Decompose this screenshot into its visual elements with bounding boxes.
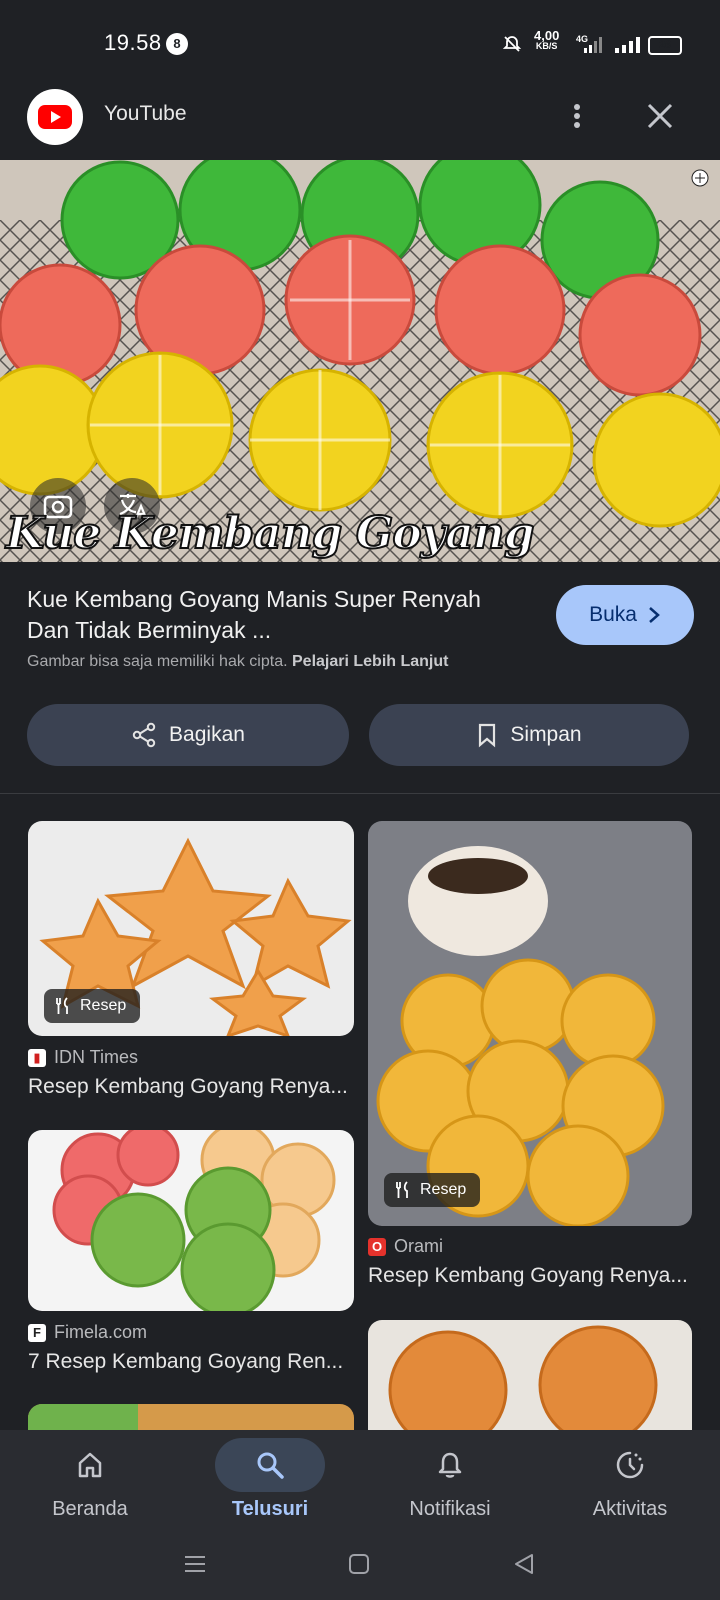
nav-pill bbox=[215, 1438, 325, 1492]
nav-item-beranda[interactable]: Beranda bbox=[2, 1438, 178, 1521]
close-button[interactable] bbox=[640, 96, 680, 136]
home-square-icon[interactable] bbox=[348, 1553, 370, 1575]
open-button-label: Buka bbox=[589, 603, 637, 626]
section-divider bbox=[0, 793, 720, 794]
chevron-right-icon bbox=[649, 607, 660, 623]
nav-item-notifikasi[interactable]: Notifikasi bbox=[362, 1438, 538, 1521]
nav-label: Notifikasi bbox=[409, 1498, 491, 1520]
source-name: Fimela.com bbox=[54, 1322, 148, 1342]
restaurant-icon bbox=[56, 997, 68, 1014]
result-caption[interactable]: Resep Kembang Goyang Renya... bbox=[28, 1075, 354, 1099]
card-photo bbox=[368, 1320, 692, 1444]
bookmark-icon bbox=[479, 723, 496, 748]
save-button[interactable]: Simpan bbox=[369, 704, 689, 766]
recipe-tag: Resep bbox=[384, 1173, 481, 1207]
status-time: 19.58 bbox=[104, 30, 162, 55]
recipe-tag-label: Resep bbox=[420, 1181, 467, 1198]
idn-times-icon: ▮ bbox=[28, 1048, 46, 1067]
source-name: IDN Times bbox=[54, 1047, 139, 1067]
nav-pill bbox=[575, 1438, 685, 1492]
bell-icon bbox=[438, 1452, 462, 1478]
save-label: Simpan bbox=[510, 723, 582, 746]
nav-item-aktivitas[interactable]: Aktivitas bbox=[542, 1438, 718, 1521]
more-options-button[interactable] bbox=[560, 96, 594, 136]
battery-fill bbox=[650, 38, 658, 53]
mute-bell-icon bbox=[502, 36, 522, 52]
result-caption[interactable]: Resep Kembang Goyang Renya... bbox=[368, 1264, 692, 1288]
youtube-logo-icon bbox=[27, 89, 83, 145]
nav-pill bbox=[35, 1438, 145, 1492]
result-card-image[interactable] bbox=[368, 1320, 692, 1444]
source-name: Orami bbox=[394, 1236, 443, 1256]
signal-strength-icon bbox=[615, 37, 640, 53]
nav-label: Telusuri bbox=[231, 1498, 309, 1520]
net-speed-unit: KB/S bbox=[535, 41, 558, 51]
net-speed-value: 4,00 bbox=[534, 28, 560, 43]
signal-icon bbox=[584, 37, 602, 53]
battery-level: 26 bbox=[658, 39, 672, 51]
recipe-tag-label: Resep bbox=[80, 997, 127, 1014]
result-title[interactable]: Kue Kembang Goyang Manis Super Renyah Da… bbox=[27, 584, 527, 646]
nav-item-telusuri[interactable]: Telusuri bbox=[182, 1438, 358, 1521]
fimela-icon: F bbox=[28, 1323, 46, 1342]
result-card-image[interactable]: Resep bbox=[28, 821, 354, 1036]
notification-count-badge: 8 bbox=[166, 33, 188, 55]
result-card-image[interactable]: Resep bbox=[368, 821, 692, 1226]
net-speed-indicator: 4,00 KB/S bbox=[534, 28, 560, 52]
app-title: YouTube bbox=[104, 102, 187, 125]
copyright-notice: Gambar bisa saja memiliki hak cipta. Pel… bbox=[27, 653, 448, 671]
battery-indicator: 26 bbox=[648, 36, 682, 55]
nav-label: Beranda bbox=[52, 1498, 128, 1520]
recents-menu-icon[interactable] bbox=[182, 1554, 208, 1574]
share-label: Bagikan bbox=[169, 723, 245, 746]
back-triangle-icon[interactable] bbox=[512, 1552, 536, 1576]
restaurant-icon bbox=[396, 1181, 408, 1198]
more-vert-icon bbox=[574, 104, 580, 128]
nav-pill bbox=[395, 1438, 505, 1492]
home-icon bbox=[78, 1452, 102, 1478]
result-caption[interactable]: 7 Resep Kembang Goyang Ren... bbox=[28, 1350, 354, 1374]
card-photo bbox=[368, 821, 692, 1226]
close-icon bbox=[647, 103, 673, 129]
card-photo bbox=[28, 1130, 354, 1311]
result-card-image[interactable] bbox=[28, 1130, 354, 1311]
result-source: ▮ IDN Times bbox=[28, 1047, 138, 1068]
learn-more-link[interactable]: Pelajari Lebih Lanjut bbox=[292, 653, 448, 670]
share-button[interactable]: Bagikan bbox=[27, 704, 349, 766]
nav-label: Aktivitas bbox=[592, 1498, 668, 1520]
recipe-tag: Resep bbox=[44, 989, 141, 1023]
result-source: O Orami bbox=[368, 1236, 443, 1257]
search-icon bbox=[257, 1452, 284, 1479]
activity-icon bbox=[616, 1451, 644, 1479]
hero-overlay-text: Kue Kembang Goyang bbox=[5, 507, 536, 560]
result-source: F Fimela.com bbox=[28, 1322, 147, 1343]
open-button[interactable]: Buka bbox=[556, 585, 694, 645]
copyright-text: Gambar bisa saja memiliki hak cipta. bbox=[27, 653, 288, 670]
watermark-icon bbox=[691, 169, 709, 187]
orami-icon: O bbox=[368, 1237, 386, 1256]
share-icon bbox=[132, 722, 156, 748]
